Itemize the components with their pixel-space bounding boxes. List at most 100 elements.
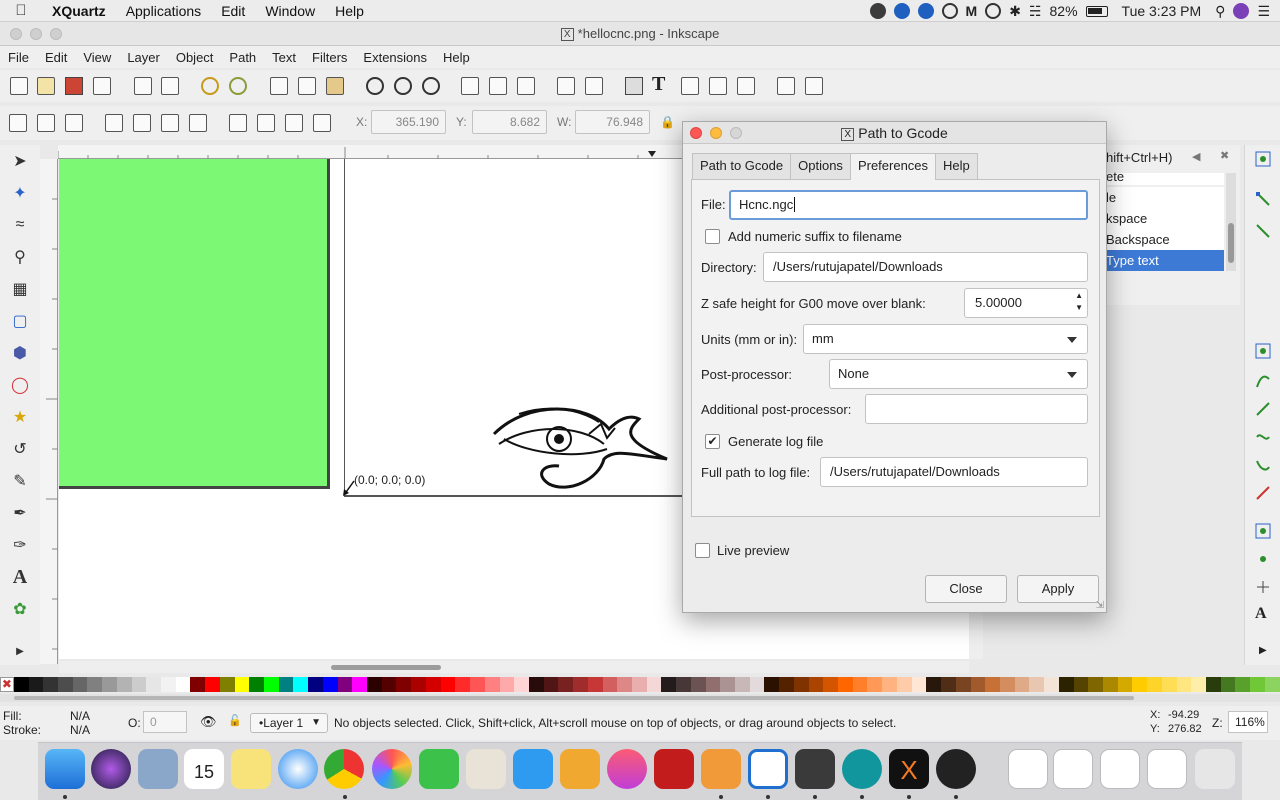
arduino-window-thumbnail[interactable] xyxy=(1053,749,1093,789)
measure-tool-icon[interactable]: ▦ xyxy=(9,278,31,300)
menu-view[interactable]: View xyxy=(75,50,119,65)
numbers-icon[interactable] xyxy=(513,749,553,789)
sublime-text-icon[interactable] xyxy=(795,749,835,789)
keynote-icon[interactable] xyxy=(560,749,600,789)
zoom-tool-icon[interactable]: ⚲ xyxy=(9,246,31,268)
visibility-eye-icon[interactable]: 👁 xyxy=(200,714,217,730)
dock-scrollbar-thumb[interactable] xyxy=(1228,223,1234,263)
apply-button[interactable]: Apply xyxy=(1017,575,1099,603)
unlink-clone-icon[interactable] xyxy=(517,77,535,95)
node-tool-icon[interactable]: ✦ xyxy=(9,182,31,204)
teamviewer-status-icon[interactable] xyxy=(893,3,910,19)
trash-icon[interactable] xyxy=(1195,749,1235,789)
rotate-ccw-icon[interactable] xyxy=(105,114,123,132)
ungroup-icon[interactable] xyxy=(585,77,603,95)
dock-row[interactable]: ete xyxy=(1106,170,1224,185)
battery-percent[interactable]: 82% xyxy=(1050,3,1078,19)
palette-scrollbar[interactable] xyxy=(0,694,1280,702)
scrollbar-thumb[interactable] xyxy=(331,665,441,670)
window-close-button[interactable] xyxy=(10,28,22,40)
flip-vertical-icon[interactable] xyxy=(189,114,207,132)
photos-icon[interactable] xyxy=(372,749,412,789)
snap-bbox-edge-icon[interactable] xyxy=(1255,223,1271,239)
group-icon[interactable] xyxy=(557,77,575,95)
snap-page-border-icon[interactable] xyxy=(1255,579,1271,595)
x-position-input[interactable]: 365.190 xyxy=(371,110,446,134)
cloud-status-icon[interactable] xyxy=(917,3,934,19)
arduino-window-thumbnail[interactable] xyxy=(1100,749,1140,789)
cut-icon[interactable] xyxy=(298,77,316,95)
lower-icon[interactable] xyxy=(257,114,275,132)
align-distribute-icon[interactable] xyxy=(737,77,755,95)
zoom-selection-icon[interactable] xyxy=(366,77,384,95)
window-minimize-button[interactable] xyxy=(30,28,42,40)
finder-icon[interactable] xyxy=(45,749,85,789)
raise-top-icon[interactable] xyxy=(313,114,331,132)
dock-row[interactable]: Backspace xyxy=(1106,229,1224,250)
opacity-input[interactable]: 0 xyxy=(143,711,187,733)
safari-icon[interactable] xyxy=(278,749,318,789)
snap-text-baseline-icon[interactable]: A xyxy=(1255,605,1267,623)
layers-icon[interactable] xyxy=(681,77,699,95)
snap-toggle-icon[interactable] xyxy=(1255,151,1271,167)
open-document-icon[interactable] xyxy=(37,77,55,95)
dialog-zoom-icon[interactable] xyxy=(730,127,742,139)
itunes-icon[interactable] xyxy=(607,749,647,789)
3d-box-tool-icon[interactable]: ⬢ xyxy=(9,342,31,364)
dock-row[interactable]: kspace xyxy=(1106,208,1224,229)
window-zoom-button[interactable] xyxy=(50,28,62,40)
paste-icon[interactable] xyxy=(326,77,344,95)
numeric-suffix-checkbox[interactable] xyxy=(705,229,720,244)
copy-icon[interactable] xyxy=(270,77,288,95)
snap-path-icon[interactable] xyxy=(1255,373,1271,389)
menu-help[interactable]: Help xyxy=(435,50,478,65)
raise-icon[interactable] xyxy=(285,114,303,132)
tab-help[interactable]: Help xyxy=(935,153,978,179)
dock-close-icon[interactable]: ✖ xyxy=(1220,149,1229,162)
file-name-input[interactable]: Hcnc.ngc xyxy=(729,190,1088,220)
print-icon[interactable] xyxy=(93,77,111,95)
apple-icon[interactable]:  xyxy=(0,2,42,19)
menu-filters[interactable]: Filters xyxy=(304,50,355,65)
bluetooth-icon[interactable]: ✱ xyxy=(1009,3,1021,20)
generate-log-checkbox[interactable]: ✔ xyxy=(705,434,720,449)
text-font-icon[interactable]: T xyxy=(652,73,665,96)
menu-edit[interactable]: Edit xyxy=(37,50,75,65)
redo-icon[interactable] xyxy=(229,77,247,95)
menu-text[interactable]: Text xyxy=(264,50,304,65)
preferences-icon[interactable] xyxy=(805,77,823,95)
dock-row-selected[interactable]: Type text xyxy=(1106,250,1224,271)
width-input[interactable]: 76.948 xyxy=(575,110,650,134)
snap-center-icon[interactable] xyxy=(1255,523,1271,539)
no-paint-swatch[interactable]: ✖ xyxy=(0,677,14,692)
menu-file[interactable]: File xyxy=(0,50,37,65)
dock-collapse-icon[interactable]: ◀ xyxy=(1192,150,1200,163)
snap-nodes-icon[interactable] xyxy=(1255,343,1271,359)
siri-dock-icon[interactable] xyxy=(91,749,131,789)
lower-bottom-icon[interactable] xyxy=(229,114,247,132)
palette-scrollbar-thumb[interactable] xyxy=(14,696,1134,700)
timer-status-icon[interactable] xyxy=(985,3,1002,19)
menubar-edit[interactable]: Edit xyxy=(211,3,255,19)
clone-icon[interactable] xyxy=(489,77,507,95)
wifi-icon[interactable]: ☵ xyxy=(1029,3,1042,20)
directory-input[interactable]: /Users/rutujapatel/Downloads xyxy=(763,252,1088,282)
pencil-tool-icon[interactable]: ✎ xyxy=(9,470,31,492)
additional-post-processor-input[interactable] xyxy=(865,394,1088,424)
tab-path-to-gcode[interactable]: Path to Gcode xyxy=(692,153,792,179)
spray-tool-icon[interactable]: ✿ xyxy=(9,598,31,620)
textedit-icon[interactable] xyxy=(466,749,506,789)
deselect-icon[interactable] xyxy=(65,114,83,132)
log-path-input[interactable]: /Users/rutujapatel/Downloads xyxy=(820,457,1088,487)
menu-layer[interactable]: Layer xyxy=(119,50,168,65)
pen-tool-icon[interactable]: ✒ xyxy=(9,502,31,524)
new-document-icon[interactable] xyxy=(10,77,28,95)
facetime-icon[interactable] xyxy=(419,749,459,789)
launchpad-icon[interactable] xyxy=(138,749,178,789)
selector-tool-icon[interactable]: ➤ xyxy=(9,150,31,172)
tweak-tool-icon[interactable]: ≈ xyxy=(9,214,31,236)
sync-status-icon[interactable] xyxy=(941,3,958,19)
fusion-360-icon[interactable] xyxy=(701,749,741,789)
current-layer-dropdown[interactable]: •Layer 1 ▼ xyxy=(250,713,328,733)
dock-scrollbar[interactable] xyxy=(1226,173,1236,271)
